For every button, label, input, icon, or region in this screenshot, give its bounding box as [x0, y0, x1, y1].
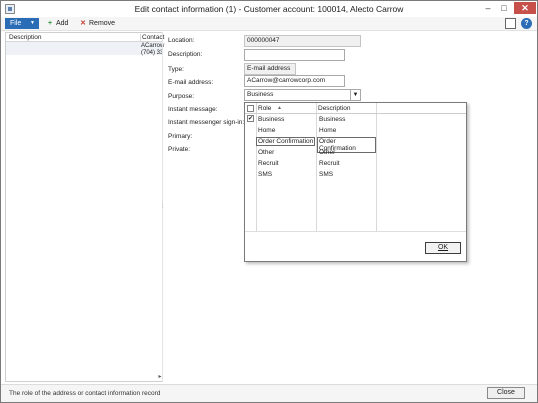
role-cell: Recruit — [258, 160, 279, 167]
contact-line-1: ACarrow — [141, 43, 165, 49]
lookup-footer: OK — [245, 231, 466, 261]
purpose-lookup-dropdown: Role ▲ Description ✔ Business Business H… — [244, 102, 467, 262]
description-cell: Home — [319, 127, 337, 134]
role-cell: SMS — [258, 171, 273, 178]
column-header-description[interactable]: Description — [9, 34, 42, 41]
select-all-checkbox[interactable] — [247, 105, 254, 112]
file-menu-label: File — [10, 20, 22, 27]
minimize-button[interactable]: – — [481, 2, 495, 14]
contact-line-2: (704) 33 — [141, 49, 164, 56]
location-field[interactable]: 000000047 — [244, 35, 361, 47]
description-cell: Recruit — [319, 160, 340, 167]
contact-list: Description Contact ACarrow (704) 33 ▸ — [5, 32, 164, 382]
description-cell: Other — [319, 149, 336, 156]
add-label: Add — [56, 20, 69, 27]
description-field[interactable] — [244, 49, 345, 61]
remove-icon: ✕ — [80, 20, 86, 27]
list-header: Description Contact — [6, 33, 164, 42]
lookup-row-order-confirmation[interactable]: Order Confirmation Order Confirmation — [245, 136, 376, 153]
purpose-value: Business — [247, 91, 274, 98]
chevron-down-icon[interactable]: ▼ — [350, 90, 360, 100]
window-title: Edit contact information (1) - Customer … — [134, 4, 404, 14]
close-window-button[interactable]: ✕ — [514, 2, 536, 14]
role-cell: Business — [258, 116, 285, 123]
dialog-window: Edit contact information (1) - Customer … — [0, 0, 538, 403]
primary-label: Primary: — [168, 133, 193, 140]
toolbar: File ▼ + Add ✕ Remove ? — [1, 17, 537, 31]
description-cell: Business — [319, 116, 346, 123]
purpose-label: Purpose: — [168, 93, 195, 100]
type-label: Type: — [168, 66, 184, 73]
grid-line — [376, 103, 377, 231]
column-header-description[interactable]: Description — [318, 105, 351, 112]
status-text: The role of the address or contact infor… — [9, 390, 161, 397]
status-bar: The role of the address or contact infor… — [1, 384, 537, 402]
table-row[interactable]: ACarrow (704) 33 — [6, 42, 164, 56]
close-button[interactable]: Close — [487, 387, 525, 399]
remove-label: Remove — [89, 20, 116, 27]
instant-signin-label: Instant messenger sign-in: — [168, 119, 245, 126]
instant-message-label: Instant message: — [168, 106, 218, 113]
file-menu-button[interactable]: File ▼ — [5, 18, 39, 29]
email-label: E-mail address: — [168, 79, 214, 86]
lookup-header: Role ▲ Description — [245, 103, 466, 114]
private-label: Private: — [168, 146, 191, 153]
lookup-row-sms[interactable]: SMS SMS — [245, 169, 376, 180]
role-cell: Home — [258, 127, 276, 134]
purpose-combobox[interactable]: Business ▼ — [244, 89, 361, 101]
description-cell: SMS — [319, 171, 334, 178]
help-icon[interactable]: ? — [521, 18, 532, 29]
add-icon: + — [47, 20, 53, 27]
layout-icon[interactable] — [505, 18, 516, 29]
ok-button[interactable]: OK — [425, 242, 461, 254]
description-label: Description: — [168, 51, 203, 58]
title-bar: Edit contact information (1) - Customer … — [1, 1, 537, 17]
role-cell: Other — [258, 149, 275, 156]
lookup-row-home[interactable]: Home Home — [245, 125, 376, 136]
contact-cell: ACarrow (704) 33 — [141, 43, 164, 56]
location-label: Location: — [168, 37, 195, 44]
lookup-row-business[interactable]: ✔ Business Business — [245, 114, 376, 125]
column-header-contact[interactable]: Contact — [140, 34, 164, 41]
lookup-row-recruit[interactable]: Recruit Recruit — [245, 158, 376, 169]
add-button[interactable]: + Add — [46, 18, 69, 29]
email-field[interactable]: ACarrow@carrowcorp.com — [244, 75, 345, 87]
role-checkbox[interactable]: ✔ — [247, 115, 254, 122]
lookup-row-other[interactable]: Other Other — [245, 147, 376, 158]
remove-button[interactable]: ✕ Remove — [79, 18, 115, 29]
role-cell: Order Confirmation — [256, 137, 316, 146]
splitter-grip-icon[interactable]: · · · — [162, 202, 164, 211]
chevron-down-icon: ▼ — [30, 20, 35, 26]
sort-ascending-icon: ▲ — [277, 105, 282, 111]
column-header-role[interactable]: Role — [258, 105, 271, 112]
type-field[interactable]: E-mail address — [244, 63, 296, 75]
maximize-button[interactable]: □ — [497, 2, 511, 14]
